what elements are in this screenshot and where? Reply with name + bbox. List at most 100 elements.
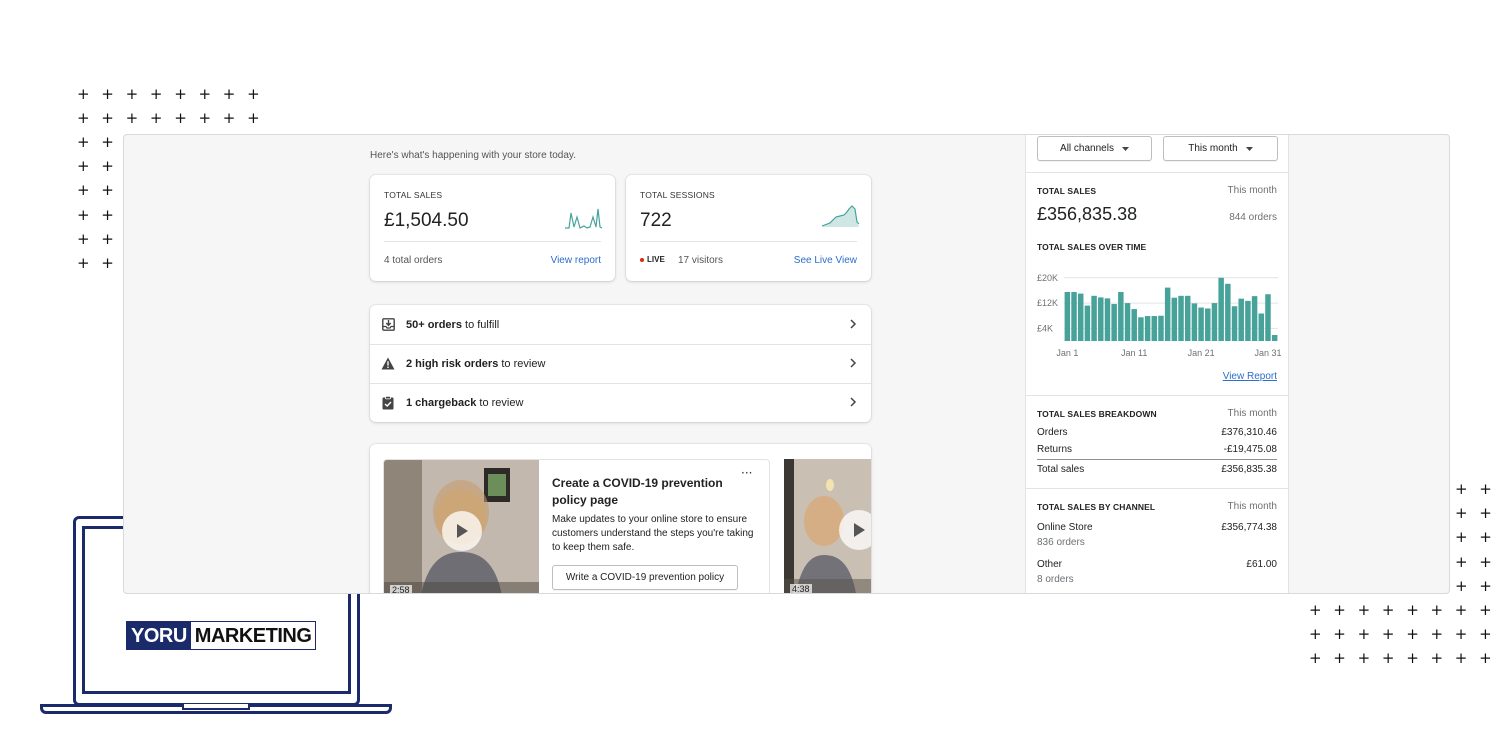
- total-sessions-label: TOTAL SESSIONS: [640, 190, 715, 200]
- total-sales-label: TOTAL SALES: [384, 190, 443, 200]
- sales-bar[interactable]: [1191, 303, 1198, 341]
- sales-bar[interactable]: [1151, 316, 1158, 341]
- plus-glyph: +: [125, 109, 139, 128]
- x-tick-label: Jan 11: [1121, 348, 1147, 358]
- plus-glyph: +: [247, 85, 260, 103]
- plus-glyph: +: [1479, 601, 1492, 619]
- sales-bar[interactable]: [1164, 287, 1171, 341]
- write-policy-button[interactable]: Write a COVID-19 prevention policy: [552, 565, 738, 590]
- task-text: 1 chargeback to review: [406, 396, 524, 409]
- more-options-icon[interactable]: ···: [741, 466, 752, 480]
- plus-glyph: +: [1430, 625, 1444, 644]
- plus-glyph: +: [1309, 625, 1322, 644]
- sales-over-time-chart: £20K £12K £4K Jan 1 Jan 11 Jan 21 Jan 31: [1037, 273, 1281, 358]
- plus-glyph: +: [1455, 552, 1468, 571]
- sales-bar[interactable]: [1265, 294, 1271, 341]
- video-thumbnail-1[interactable]: 2:58: [384, 460, 539, 594]
- channel-other-value: £61.00: [1246, 559, 1277, 570]
- sales-bar[interactable]: [1104, 298, 1111, 341]
- sales-bar[interactable]: [1171, 297, 1178, 341]
- sales-bar[interactable]: [1271, 334, 1278, 341]
- sales-bar[interactable]: [1231, 306, 1238, 341]
- sales-bar[interactable]: [1251, 296, 1258, 341]
- logo-right-text: MARKETING: [190, 622, 316, 649]
- plus-pattern-bottom-right: + + + + + + + + + + + + + + + + + + + + + + + +: [1309, 601, 1500, 676]
- plus-glyph: +: [174, 109, 187, 128]
- plus-glyph: +: [1479, 528, 1492, 547]
- sales-bar[interactable]: [1225, 283, 1231, 341]
- covid-body: Make updates to your online store to ens…: [552, 514, 754, 553]
- sales-bar[interactable]: [1205, 308, 1211, 341]
- x-tick-label: Jan 31: [1254, 348, 1281, 358]
- plus-glyph: +: [77, 133, 90, 151]
- plus-glyph: +: [1309, 601, 1322, 619]
- sales-bar[interactable]: [1245, 300, 1251, 341]
- sales-bar[interactable]: [1098, 297, 1104, 341]
- channel-other-name: Other: [1037, 559, 1063, 570]
- sales-bar[interactable]: [1158, 315, 1164, 341]
- channels-dropdown-label: All channels: [1060, 143, 1114, 154]
- total-sales-card: TOTAL SALES £1,504.50 4 total orders Vie…: [370, 175, 615, 281]
- plus-glyph: +: [1357, 625, 1371, 644]
- total-orders-text: 4 total orders: [384, 255, 443, 266]
- sales-bar[interactable]: [1144, 316, 1151, 341]
- sales-bar[interactable]: [1124, 303, 1131, 341]
- play-button-icon[interactable]: [839, 510, 871, 550]
- y-tick-label: £20K: [1037, 273, 1058, 283]
- plus-glyph: +: [101, 181, 114, 200]
- channel-online-store-orders: 836 orders: [1037, 537, 1085, 548]
- breakdown-returns-value: -£19,475.08: [1223, 444, 1277, 455]
- plus-glyph: +: [1333, 649, 1346, 668]
- warning-icon: [381, 357, 395, 371]
- plus-glyph: +: [1479, 480, 1492, 498]
- sales-bar[interactable]: [1238, 298, 1244, 341]
- sales-bar[interactable]: [1184, 295, 1191, 341]
- channels-dropdown[interactable]: All channels: [1037, 136, 1152, 161]
- sales-bar[interactable]: [1211, 303, 1218, 341]
- plus-glyph: +: [101, 85, 114, 103]
- view-report-link[interactable]: View report: [551, 255, 601, 266]
- task-chargeback[interactable]: 1 chargeback to review: [370, 383, 871, 422]
- video-thumbnail-2[interactable]: 4:38: [784, 459, 871, 594]
- plus-glyph: +: [1406, 601, 1419, 619]
- task-orders-to-fulfill[interactable]: 50+ orders to fulfill: [370, 305, 871, 344]
- sales-bar[interactable]: [1091, 295, 1097, 341]
- sales-bar[interactable]: [1111, 304, 1117, 341]
- plus-glyph: +: [1381, 649, 1395, 668]
- channel-online-store-name: Online Store: [1037, 522, 1093, 533]
- video-duration-2: 4:38: [790, 584, 812, 594]
- view-report-panel-link[interactable]: View Report: [1223, 371, 1277, 382]
- breakdown-returns-label: Returns: [1037, 444, 1073, 455]
- plus-glyph: +: [1333, 601, 1346, 619]
- play-button-icon[interactable]: [442, 511, 482, 551]
- see-live-view-link[interactable]: See Live View: [794, 255, 857, 266]
- chevron-right-icon: [849, 396, 857, 410]
- plus-glyph: +: [1430, 649, 1444, 668]
- sales-bar[interactable]: [1178, 295, 1184, 341]
- sales-bar[interactable]: [1077, 293, 1084, 341]
- sales-bar[interactable]: [1071, 292, 1077, 341]
- plus-glyph: +: [77, 229, 90, 248]
- plus-glyph: +: [101, 109, 114, 128]
- breakdown-orders-label: Orders: [1037, 427, 1068, 438]
- plus-glyph: +: [1479, 576, 1492, 595]
- period-dropdown[interactable]: This month: [1163, 136, 1278, 161]
- video-duration-1: 2:58: [390, 585, 412, 594]
- sales-bar[interactable]: [1131, 309, 1137, 341]
- sales-bar[interactable]: [1258, 313, 1265, 341]
- plus-glyph: +: [1479, 504, 1492, 523]
- plus-glyph: +: [1381, 601, 1395, 619]
- sales-bar[interactable]: [1198, 307, 1204, 341]
- plus-pattern-right-column: + + + + + + + + + +: [1455, 480, 1500, 603]
- sales-bar[interactable]: [1064, 292, 1071, 341]
- clipboard-icon: [381, 395, 395, 410]
- plus-glyph: +: [1455, 576, 1468, 595]
- task-high-risk-orders[interactable]: 2 high risk orders to review: [370, 344, 871, 383]
- caret-down-icon: [1121, 143, 1129, 154]
- sales-bar[interactable]: [1118, 292, 1124, 341]
- sales-bar[interactable]: [1218, 277, 1224, 341]
- sales-bar[interactable]: [1084, 305, 1091, 341]
- sales-bar[interactable]: [1138, 317, 1144, 341]
- plus-glyph: +: [1381, 625, 1395, 644]
- plus-glyph: +: [247, 109, 260, 128]
